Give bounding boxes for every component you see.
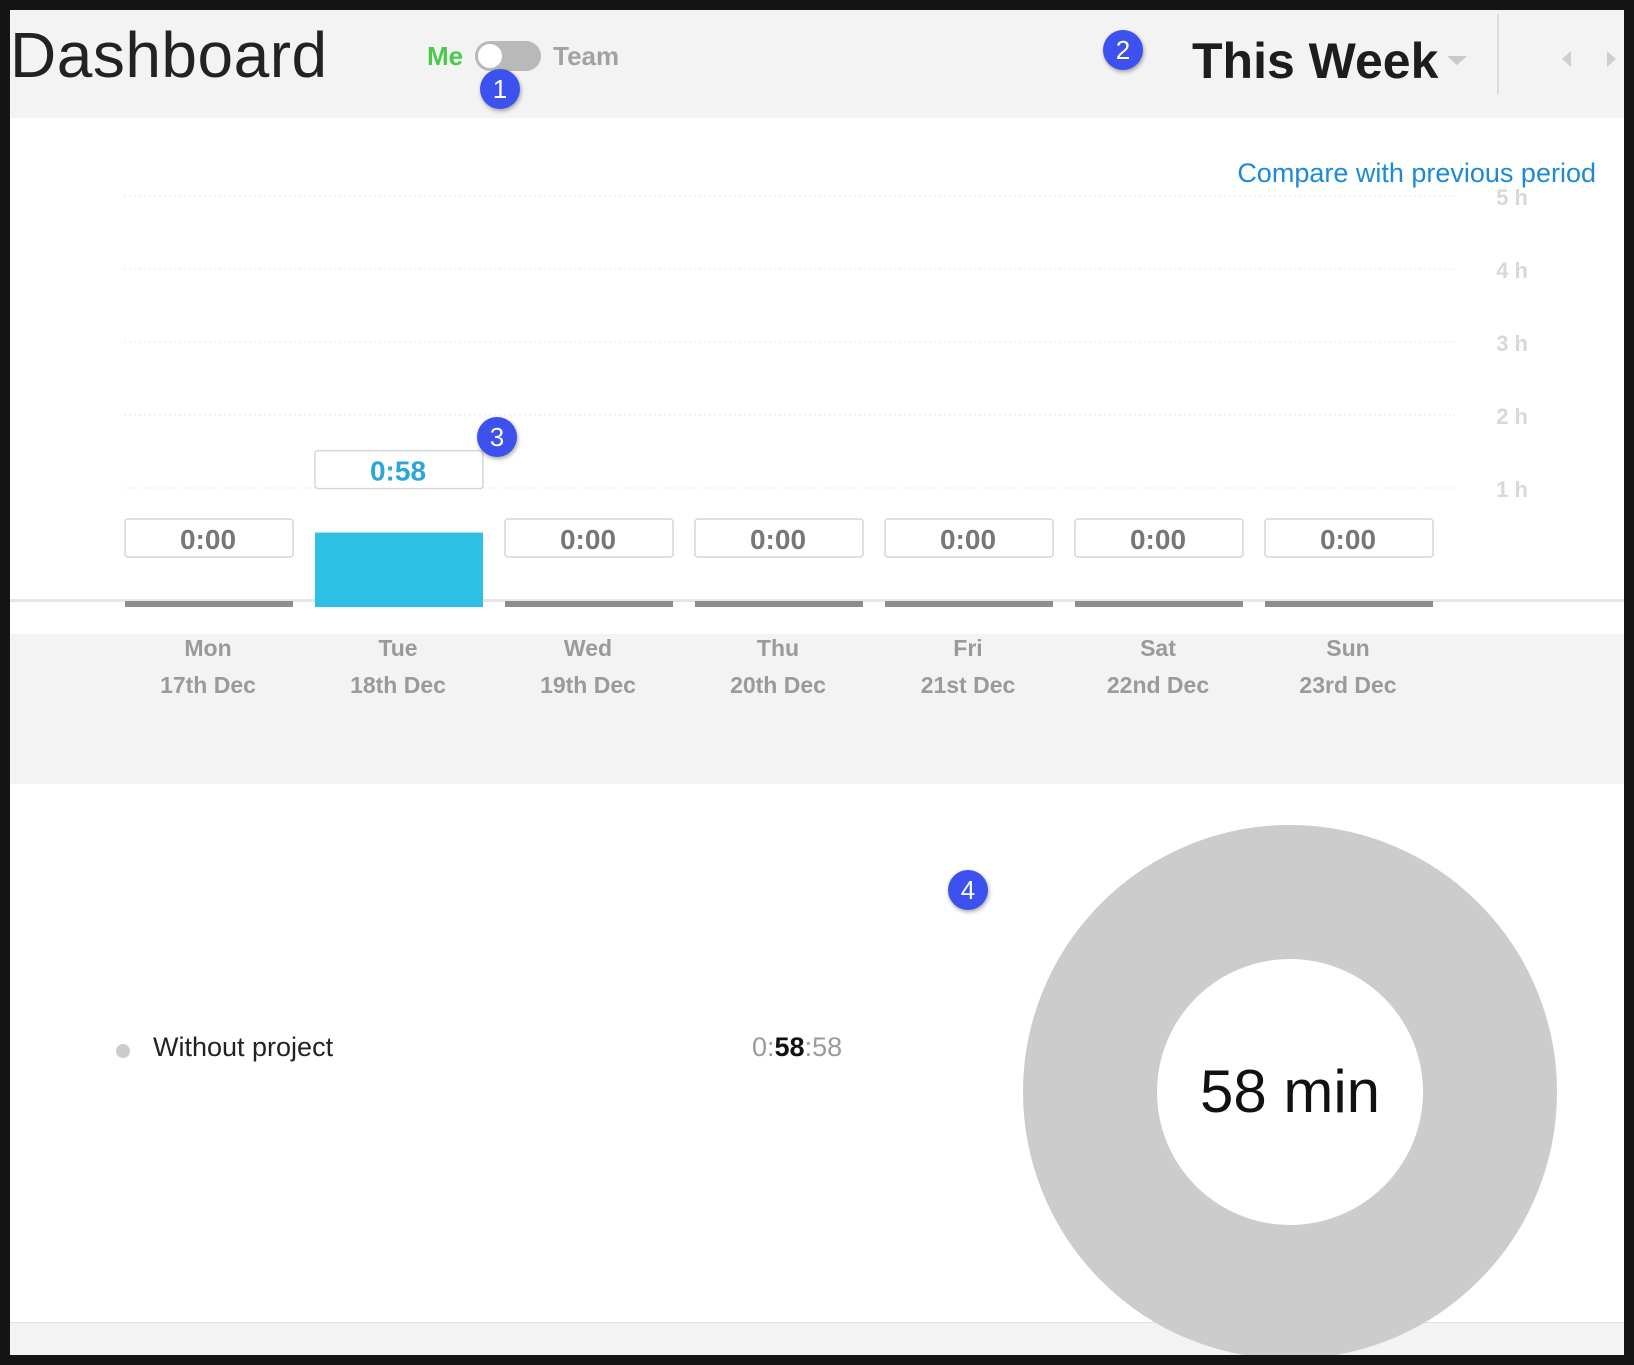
annotation-marker-4: 4: [948, 870, 988, 910]
date-label: 20th Dec: [730, 672, 826, 698]
donut-center-label: 58 min: [1200, 1058, 1380, 1125]
bar-value-label: 0:00: [180, 524, 236, 555]
weekly-bar-chart: 1 h 2 h 3 h 4 h 5 h 0:00 Mon 17th Dec 0:58 Tue 18t…: [10, 185, 1624, 698]
duration-hours: 0:: [752, 1032, 775, 1062]
date-label: 21st Dec: [921, 672, 1016, 698]
bar-value-label: 0:00: [1320, 524, 1376, 555]
date-label: 19th Dec: [540, 672, 636, 698]
y-tick-label: 5 h: [1496, 185, 1528, 210]
day-label: Thu: [757, 635, 799, 661]
bar-sat: [1075, 601, 1243, 607]
bar-mon: [125, 601, 293, 607]
date-label: 18th Dec: [350, 672, 446, 698]
day-label: Sat: [1140, 635, 1176, 661]
date-label: 22nd Dec: [1107, 672, 1209, 698]
day-label: Wed: [564, 635, 612, 661]
bar-value-label: 0:00: [560, 524, 616, 555]
annotation-marker-3: 3: [477, 417, 517, 457]
legend-dot: [116, 1044, 130, 1058]
day-label: Mon: [184, 635, 231, 661]
y-tick-label: 3 h: [1496, 331, 1528, 356]
dashboard-window: Dashboard Me Team This Week Compare with…: [10, 10, 1624, 1355]
y-tick-label: 2 h: [1496, 404, 1528, 429]
bar-wed: [505, 601, 673, 607]
date-label: 17th Dec: [160, 672, 256, 698]
annotation-marker-1: 1: [480, 69, 520, 109]
duration-minutes: 58: [774, 1032, 805, 1062]
day-label: Tue: [378, 635, 417, 661]
annotation-marker-2: 2: [1103, 30, 1143, 70]
bar-sun: [1265, 601, 1433, 607]
bar-value-label: 0:00: [1130, 524, 1186, 555]
bar-value-label: 0:00: [750, 524, 806, 555]
duration-seconds: :58: [804, 1032, 843, 1062]
y-tick-label: 4 h: [1496, 258, 1528, 283]
y-tick-label: 1 h: [1496, 477, 1528, 502]
day-label: Fri: [953, 635, 982, 661]
bar-tue: [315, 532, 483, 607]
bar-value-label: 0:58: [370, 456, 426, 487]
legend-item-duration: 0:58:58: [752, 1032, 842, 1063]
day-label: Sun: [1326, 635, 1369, 661]
bar-fri: [885, 601, 1053, 607]
bar-value-label: 0:00: [940, 524, 996, 555]
date-label: 23rd Dec: [1299, 672, 1396, 698]
legend-item-label[interactable]: Without project: [153, 1032, 333, 1063]
bar-thu: [695, 601, 863, 607]
project-donut-chart[interactable]: 58 min: [1020, 822, 1560, 1355]
